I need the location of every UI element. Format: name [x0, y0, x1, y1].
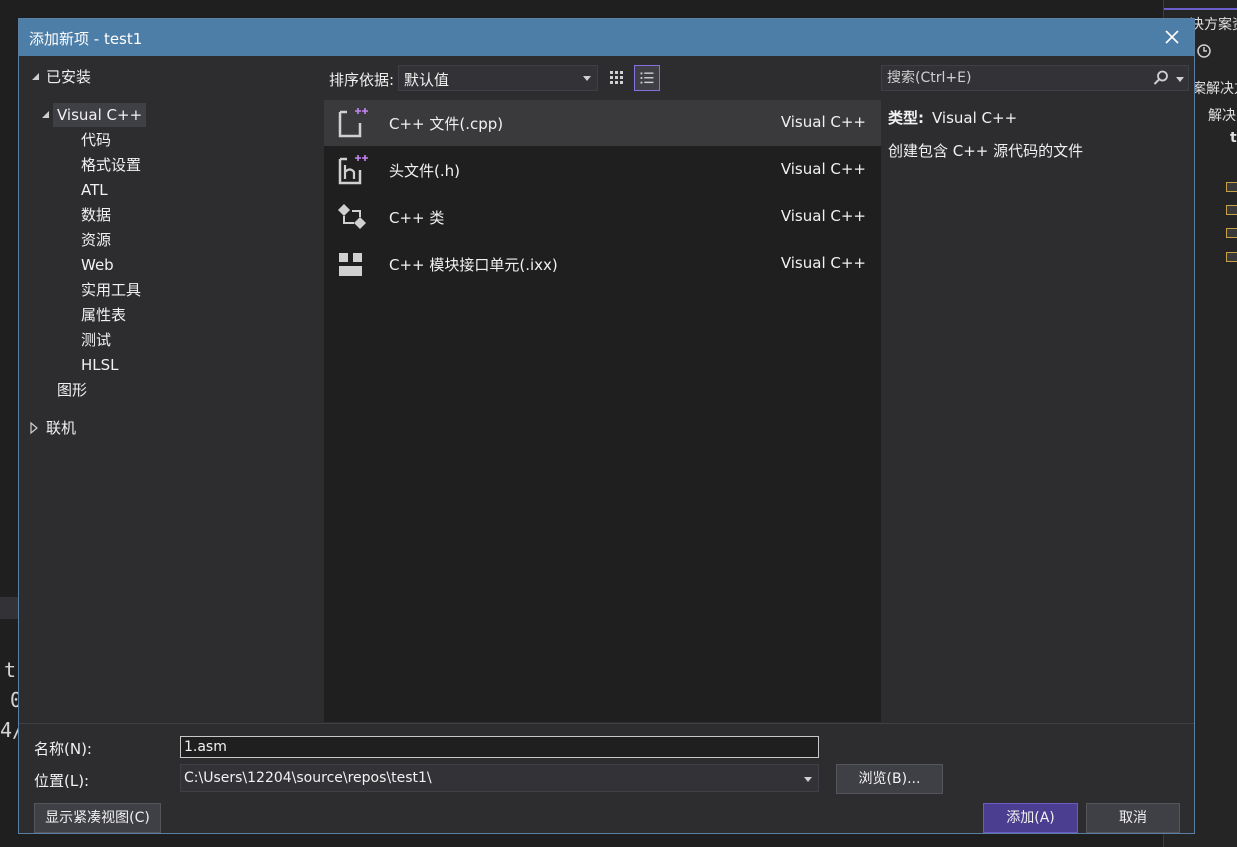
list-item[interactable]: C++ 模块接口单元(.ixx) Visual C++ [324, 241, 881, 287]
location-dropdown[interactable]: C:\Users\12204\source\repos\test1\ [180, 764, 819, 792]
location-label: 位置(L): [34, 772, 90, 790]
tree-node-visual-cpp[interactable]: Visual C++ [53, 103, 147, 127]
list-view-icon[interactable] [634, 65, 660, 91]
name-label: 名称(N): [34, 740, 92, 758]
tree-node-web[interactable]: Web [81, 253, 114, 277]
module-unit-icon [339, 253, 362, 276]
tree-node-atl[interactable]: ATL [81, 178, 108, 202]
dialog-titlebar: 添加新项 - test1 [19, 19, 1194, 56]
code-char: t [4, 658, 17, 682]
editor-background: t 0 4/ [0, 560, 24, 847]
tree-node-test[interactable]: 测试 [81, 328, 111, 352]
tree-node-data[interactable]: 数据 [81, 203, 111, 227]
chevron-down-icon [804, 777, 812, 782]
panel-bar [0, 597, 18, 619]
chevron-down-icon[interactable] [1176, 77, 1184, 82]
history-icon[interactable] [1194, 40, 1214, 60]
collapsed-arrow-icon[interactable] [27, 416, 41, 440]
tree-node-code[interactable]: 代码 [81, 128, 111, 152]
solution-row[interactable]: 案解决方 [1192, 78, 1237, 98]
project-row[interactable]: t [1230, 130, 1237, 146]
description-text: 创建包含 C++ 源代码的文件 [888, 142, 1084, 160]
tree-node-installed[interactable]: 已安装 [46, 65, 91, 89]
tree-node-utilities[interactable]: 实用工具 [81, 278, 141, 302]
folder-icon [1226, 205, 1237, 215]
location-value: C:\Users\12204\source\repos\test1\ [184, 770, 432, 786]
template-language: Visual C++ [780, 160, 866, 178]
bottom-form: 名称(N): 位置(L): C:\Users\12204\source\repo… [19, 723, 1194, 833]
browse-button[interactable]: 浏览(B)... [836, 764, 943, 794]
solution-explorer-title: 决方案资 [1190, 17, 1237, 33]
solution-row[interactable]: 解决 [1208, 105, 1236, 125]
sort-value: 默认值 [404, 71, 450, 89]
tree-node-online[interactable]: 联机 [46, 416, 76, 440]
template-name: 头文件(.h) [389, 162, 460, 180]
list-item[interactable]: C++ 文件(.cpp) Visual C++ [324, 100, 881, 146]
name-field[interactable] [180, 736, 819, 758]
expanded-arrow-icon[interactable] [39, 103, 53, 127]
tree-node-resources[interactable]: 资源 [81, 228, 111, 252]
cancel-button[interactable]: 取消 [1086, 803, 1180, 833]
template-name: C++ 文件(.cpp) [389, 115, 504, 133]
template-language: Visual C++ [780, 254, 866, 272]
expanded-arrow-icon[interactable] [29, 65, 43, 89]
type-label: 类型: [888, 109, 924, 127]
compact-view-button[interactable]: 显示紧凑视图(C) [34, 803, 161, 833]
template-name: C++ 类 [389, 209, 445, 227]
search-box [881, 65, 1189, 91]
sort-label: 排序依据: [329, 71, 395, 89]
template-list: C++ 文件(.cpp) Visual C++ 头文件(.h) Visual C… [324, 100, 881, 722]
template-language: Visual C++ [780, 113, 866, 131]
header-file-icon [338, 155, 368, 185]
add-button[interactable]: 添加(A) [983, 803, 1078, 833]
type-value: Visual C++ [932, 109, 1018, 127]
list-item[interactable]: C++ 类 Visual C++ [324, 194, 881, 240]
dialog-title: 添加新项 - test1 [29, 30, 143, 48]
tree-node-property-sheets[interactable]: 属性表 [81, 303, 126, 327]
folder-icon [1226, 252, 1237, 262]
details-panel: 类型: Visual C++ 创建包含 C++ 源代码的文件 [888, 107, 1188, 161]
add-new-item-dialog: 添加新项 - test1 已安装 Visual C++ 代码 格式设置 ATL … [18, 18, 1195, 834]
active-tab-indicator [1164, 8, 1237, 10]
search-input[interactable] [882, 66, 1142, 90]
folder-icon [1226, 182, 1237, 192]
list-item[interactable]: 头文件(.h) Visual C++ [324, 147, 881, 193]
tree-node-formatting[interactable]: 格式设置 [81, 153, 141, 177]
sort-dropdown[interactable]: 默认值 [398, 65, 598, 91]
cpp-file-icon [338, 108, 368, 138]
category-tree: 已安装 Visual C++ 代码 格式设置 ATL 数据 资源 Web 实用工… [25, 59, 325, 724]
close-icon[interactable] [1160, 25, 1184, 49]
grid-view-icon[interactable] [604, 65, 630, 91]
template-language: Visual C++ [780, 207, 866, 225]
cpp-class-icon [338, 204, 366, 229]
type-row: 类型: Visual C++ [888, 107, 1188, 128]
template-name: C++ 模块接口单元(.ixx) [389, 256, 558, 274]
chevron-down-icon [583, 76, 591, 81]
tree-node-hlsl[interactable]: HLSL [81, 353, 119, 377]
search-icon[interactable] [1152, 69, 1170, 87]
tree-node-graphics[interactable]: 图形 [57, 378, 87, 402]
folder-icon [1226, 228, 1237, 238]
screen: 决方案资 案解决方 解决 t t 0 4/ 添加新项 - test1 已安装 V… [0, 0, 1237, 847]
